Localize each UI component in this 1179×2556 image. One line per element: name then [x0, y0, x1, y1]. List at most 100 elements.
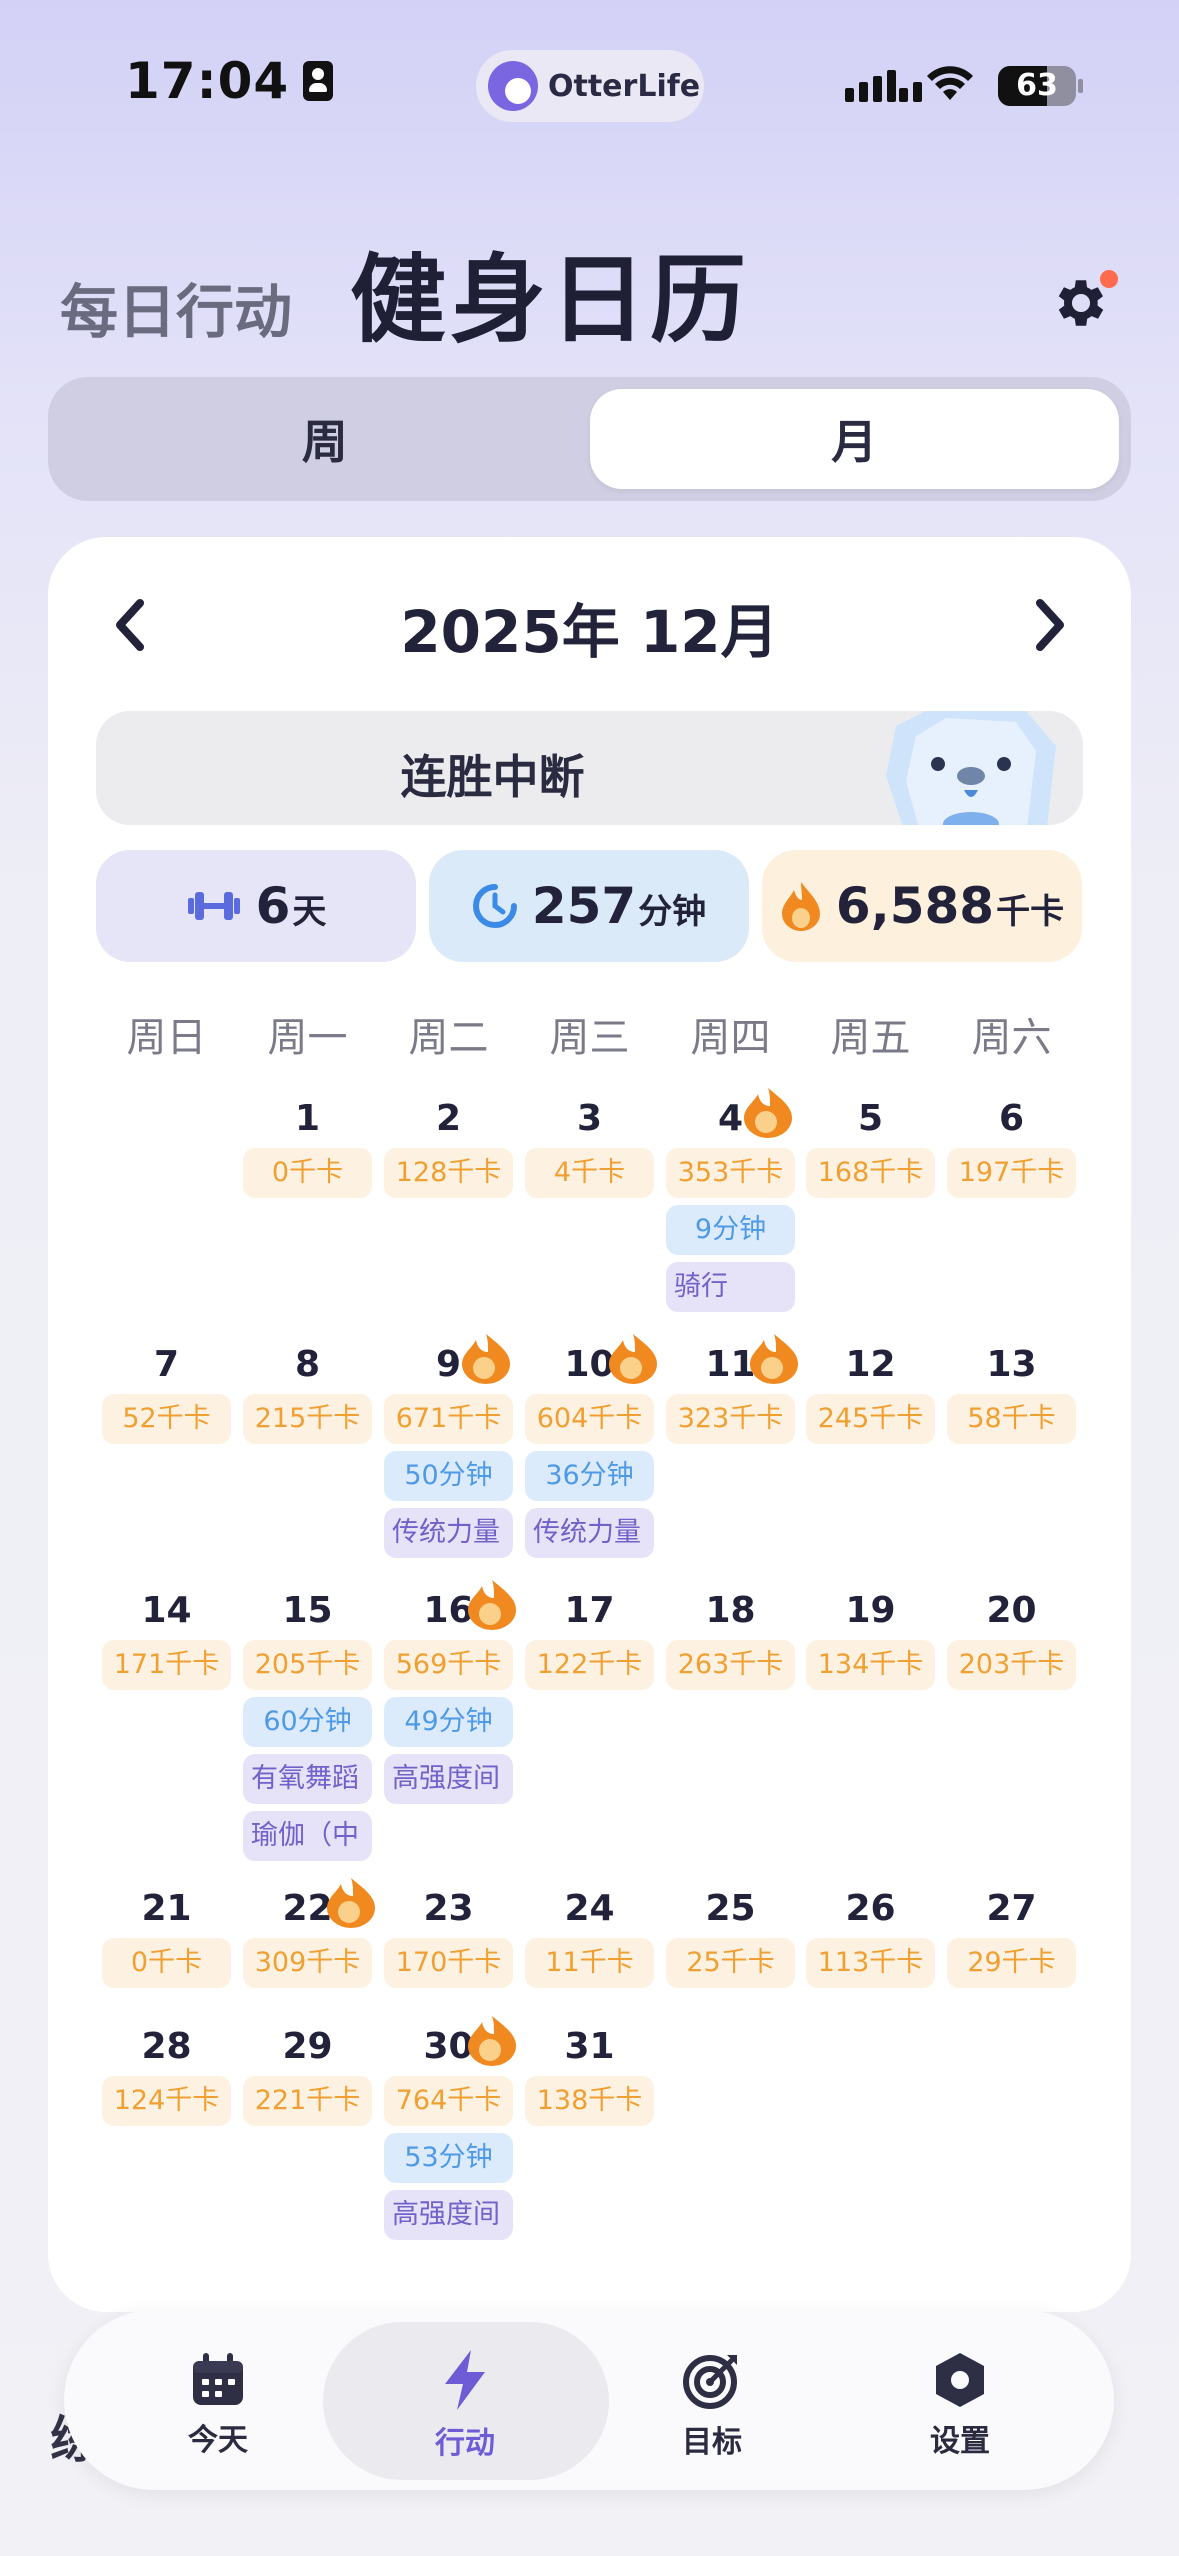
- page-subtitle: 每日行动: [60, 278, 293, 346]
- tab-today[interactable]: 今天: [118, 2345, 318, 2465]
- minutes-chip: 9分钟: [666, 1205, 795, 1255]
- day-number: 25: [705, 1888, 756, 1929]
- stat-days-value: 6: [255, 877, 291, 935]
- weekday-label: 周一: [267, 1015, 348, 1061]
- tab-settings[interactable]: 设置: [860, 2345, 1060, 2465]
- kcal-chip: 29千卡: [947, 1938, 1076, 1988]
- view-segmented-control: 周 月: [48, 377, 1131, 501]
- day-number: 8: [294, 1344, 321, 1385]
- streak-flame-icon: [464, 1576, 520, 1632]
- kcal-chip: 124千卡: [102, 2076, 231, 2126]
- stat-days-unit: 天: [292, 892, 327, 932]
- minutes-chip: 49分钟: [384, 1697, 513, 1747]
- day-number: 28: [141, 2026, 192, 2067]
- day-number: 17: [564, 1590, 615, 1631]
- kcal-chip: 205千卡: [243, 1640, 372, 1690]
- streak-flame-icon: [464, 2012, 520, 2068]
- kcal-chip: 221千卡: [243, 2076, 372, 2126]
- kcal-chip: 569千卡: [384, 1640, 513, 1690]
- tab-month[interactable]: 月: [589, 389, 1119, 489]
- kcal-chip: 138千卡: [525, 2076, 654, 2126]
- weekday-label: 周三: [549, 1015, 630, 1061]
- stat-kcal-unit: 千卡: [996, 892, 1065, 932]
- kcal-chip: 0千卡: [102, 1938, 231, 1988]
- tab-week[interactable]: 周: [60, 389, 590, 489]
- id-card-icon: [303, 61, 334, 101]
- weekday-label: 周二: [408, 1015, 489, 1061]
- calendar-icon: [193, 2353, 243, 2405]
- kcal-chip: 245千卡: [806, 1394, 935, 1444]
- minutes-chip: 50分钟: [384, 1451, 513, 1501]
- day-number: 5: [857, 1098, 884, 1139]
- kcal-chip: 263千卡: [666, 1640, 795, 1690]
- flame-icon: [781, 882, 820, 931]
- kcal-chip: 353千卡: [666, 1148, 795, 1198]
- activity-chip: 高强度间: [384, 1754, 513, 1804]
- battery-icon: 63: [998, 66, 1076, 106]
- minutes-chip: 60分钟: [243, 1697, 372, 1747]
- streak-flame-icon: [605, 1330, 661, 1386]
- weekday-label: 周五: [830, 1015, 911, 1061]
- day-number: 2: [435, 1098, 462, 1139]
- stat-calories: 6,588千卡: [762, 850, 1082, 962]
- day-number: 18: [705, 1590, 756, 1631]
- battery-cap: [1078, 79, 1083, 93]
- day-number: 26: [845, 1888, 896, 1929]
- stat-minutes-value: 257: [531, 877, 637, 935]
- kcal-chip: 171千卡: [102, 1640, 231, 1690]
- day-number: 7: [153, 1344, 180, 1385]
- day-number: 13: [986, 1344, 1037, 1385]
- target-icon: [683, 2355, 737, 2409]
- dumbbell-icon: [187, 892, 240, 920]
- kcal-chip: 122千卡: [525, 1640, 654, 1690]
- streak-flame-icon: [323, 1874, 379, 1930]
- activity-chip: 传统力量: [384, 1508, 513, 1558]
- day-number: 19: [845, 1590, 896, 1631]
- day-number: 23: [423, 1888, 474, 1929]
- streak-flame-icon: [740, 1084, 796, 1140]
- kcal-chip: 0千卡: [243, 1148, 372, 1198]
- day-number: 1: [294, 1098, 321, 1139]
- app-name: OtterLife: [548, 68, 701, 104]
- tab-action[interactable]: 行动: [365, 2345, 565, 2465]
- day-number: 6: [998, 1098, 1025, 1139]
- stat-active-days: 6天: [96, 850, 416, 962]
- day-number: 21: [141, 1888, 192, 1929]
- kcal-chip: 323千卡: [666, 1394, 795, 1444]
- kcal-chip: 11千卡: [525, 1938, 654, 1988]
- stat-kcal-value: 6,588: [835, 877, 995, 935]
- tab-label: 行动: [435, 2426, 495, 2461]
- streak-label: 连胜中断: [400, 750, 585, 804]
- kcal-chip: 52千卡: [102, 1394, 231, 1444]
- day-number: 31: [564, 2026, 615, 2067]
- weekday-label: 周六: [971, 1015, 1052, 1061]
- kcal-chip: 203千卡: [947, 1640, 1076, 1690]
- streak-flame-icon: [746, 1330, 802, 1386]
- streak-banner: 连胜中断: [96, 711, 1083, 825]
- next-month-button[interactable]: [1020, 590, 1080, 660]
- kcal-chip: 168千卡: [806, 1148, 935, 1198]
- tab-label: 目标: [682, 2425, 742, 2460]
- activity-chip: 骑行: [666, 1262, 795, 1312]
- day-number: 29: [282, 2026, 333, 2067]
- kcal-chip: 4千卡: [525, 1148, 654, 1198]
- kcal-chip: 671千卡: [384, 1394, 513, 1444]
- kcal-chip: 128千卡: [384, 1148, 513, 1198]
- day-number: 20: [986, 1590, 1037, 1631]
- kcal-chip: 25千卡: [666, 1938, 795, 1988]
- wifi-icon: [927, 66, 973, 100]
- kcal-chip: 197千卡: [947, 1148, 1076, 1198]
- app-pill[interactable]: OtterLife: [476, 50, 704, 122]
- chevron-right-icon: [1036, 599, 1064, 651]
- stat-minutes-unit: 分钟: [638, 892, 707, 932]
- status-time: 17:04: [125, 52, 334, 110]
- weekday-label: 周日: [126, 1015, 207, 1061]
- page-title: 健身日历: [350, 244, 750, 356]
- day-number: 24: [564, 1888, 615, 1929]
- kcal-chip: 113千卡: [806, 1938, 935, 1988]
- tab-goals[interactable]: 目标: [612, 2345, 812, 2465]
- kcal-chip: 764千卡: [384, 2076, 513, 2126]
- activity-chip: 传统力量: [525, 1508, 654, 1558]
- otter-logo-icon: [488, 61, 538, 111]
- minutes-chip: 36分钟: [525, 1451, 654, 1501]
